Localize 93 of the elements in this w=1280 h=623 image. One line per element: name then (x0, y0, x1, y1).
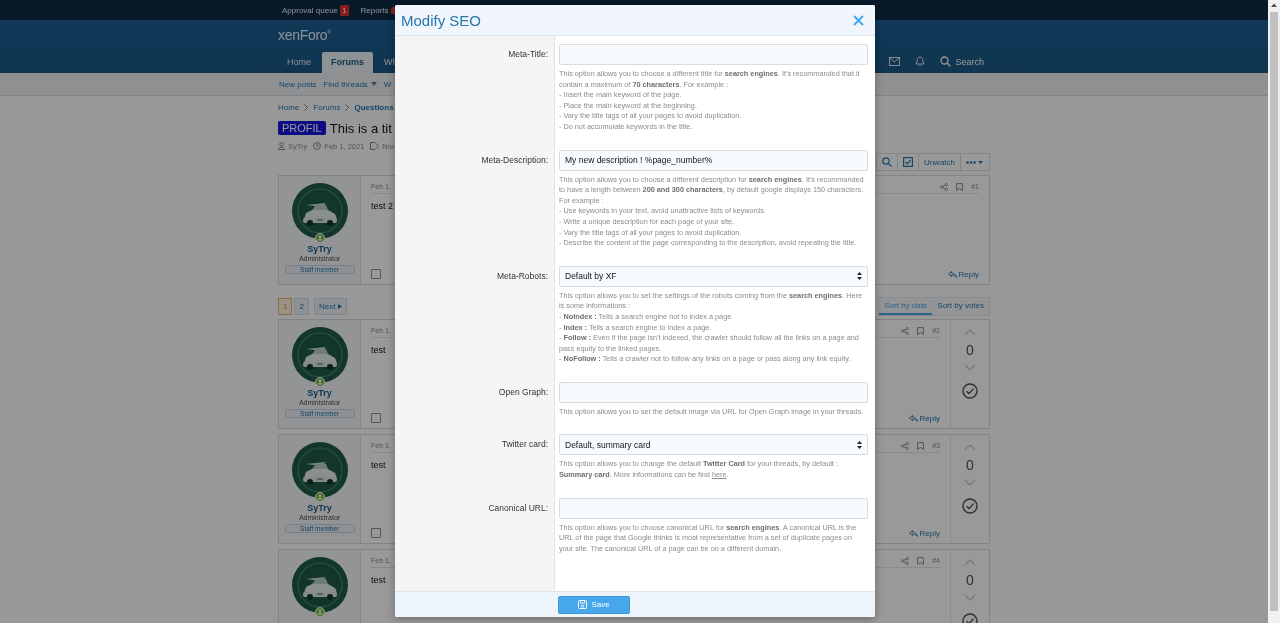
page-link[interactable]: 1 (278, 297, 293, 315)
save-button[interactable]: Save (558, 595, 630, 614)
nav-tab[interactable]: Home (278, 52, 320, 73)
top-nav-link[interactable]: Approval queue (282, 5, 339, 15)
search-icon (940, 56, 952, 67)
online-status-icon (314, 233, 325, 243)
clock-icon (313, 142, 322, 150)
chevron-icon (345, 103, 350, 111)
thread-title: This is a tit (329, 120, 392, 136)
thread-prefix-label: PROFIL (278, 121, 326, 135)
search-icon (881, 157, 892, 167)
reply-arrow-icon (908, 529, 918, 537)
field-label: Open Graph: (498, 386, 548, 399)
select-toggle-button[interactable] (897, 153, 919, 171)
downvote-icon[interactable] (964, 364, 976, 371)
reply-arrow-icon (947, 270, 957, 278)
chevron-icon (304, 103, 309, 111)
input-field[interactable] (559, 497, 868, 519)
unwatch-button[interactable]: Unwatch (918, 153, 961, 171)
tag-icon (370, 142, 380, 150)
vote-count: 0 (966, 457, 974, 473)
triangle-icon (338, 303, 343, 309)
username-link[interactable]: SyTry (307, 244, 332, 254)
subnav-link[interactable]: New posts (279, 79, 317, 89)
input-field[interactable]: My new description ! %page_number% (559, 149, 868, 171)
more-dots-icon (966, 159, 984, 165)
field-label: Meta-Title: (508, 49, 548, 61)
share-icon[interactable] (940, 182, 949, 191)
page-link[interactable]: 2 (294, 297, 309, 315)
post-text: test 2 (371, 201, 393, 211)
check-circle-icon[interactable] (962, 498, 978, 514)
vote-count: 0 (966, 572, 974, 588)
checkbox-icon (902, 157, 913, 167)
input-field[interactable] (559, 44, 868, 65)
username-link[interactable]: SyTry (307, 388, 332, 398)
subnav-link[interactable]: Find threads (323, 79, 377, 89)
select-checkbox[interactable] (371, 413, 381, 423)
field-label: Meta-Robots: (496, 270, 548, 283)
vote-count: 0 (966, 342, 974, 358)
reply-arrow-icon (908, 414, 918, 422)
breadcrumb-link[interactable]: Home (278, 102, 300, 112)
select-checkbox[interactable] (371, 269, 381, 279)
check-circle-icon[interactable] (962, 383, 978, 399)
site-logo[interactable]: xenForo (278, 27, 328, 43)
select-arrows-icon (857, 272, 862, 281)
field-label: Twitter card: (501, 439, 548, 452)
sort-tab[interactable]: Sort by date (879, 297, 933, 315)
post-text: test (371, 460, 386, 470)
dropdown-select[interactable]: Default by XF (559, 265, 868, 287)
online-status-icon (314, 492, 325, 502)
select-checkbox[interactable] (371, 528, 381, 538)
dropdown-select[interactable]: Default, summary card (559, 434, 868, 456)
next-page-link[interactable]: Next (313, 297, 348, 315)
user-icon (278, 142, 285, 150)
online-status-icon (314, 377, 325, 387)
input-field[interactable] (559, 381, 868, 403)
downvote-icon[interactable] (964, 479, 976, 486)
subnav-link[interactable]: W (383, 79, 392, 89)
upvote-icon[interactable] (964, 329, 976, 336)
share-icon[interactable] (901, 326, 910, 335)
bookmark-icon[interactable] (917, 556, 925, 565)
bell-icon (915, 56, 926, 67)
bookmark-icon[interactable] (917, 441, 925, 450)
reply-link[interactable]: Reply (908, 528, 940, 538)
username-link[interactable]: SyTry (307, 503, 332, 513)
upvote-icon[interactable] (964, 559, 976, 566)
downvote-icon[interactable] (964, 594, 976, 601)
more-options-button[interactable] (961, 153, 990, 171)
count-badge: 1 (340, 4, 349, 16)
envelope-icon (888, 57, 900, 66)
select-arrows-icon (857, 440, 862, 449)
bookmark-icon[interactable] (956, 182, 964, 191)
top-nav-link[interactable]: Reports (360, 5, 389, 15)
upvote-icon[interactable] (964, 444, 976, 451)
post-text: test (371, 575, 386, 585)
field-label: Meta-Description: (481, 154, 548, 167)
close-icon[interactable] (853, 14, 864, 26)
reply-link[interactable]: Reply (908, 413, 940, 423)
sort-tab[interactable]: Sort by votes (932, 297, 989, 315)
search-button[interactable] (875, 153, 898, 171)
nav-tab[interactable]: Forums (322, 52, 374, 73)
share-icon[interactable] (901, 441, 910, 450)
dialog-title: Modify SEO (401, 11, 482, 29)
bookmark-icon[interactable] (917, 326, 925, 335)
breadcrumb-link[interactable]: Questions (354, 102, 394, 112)
scrollbar-thumb[interactable] (1270, 12, 1278, 611)
post-text: test (371, 345, 386, 355)
reply-link[interactable]: Reply (947, 269, 979, 279)
caret-icon (370, 82, 377, 86)
breadcrumb-link[interactable]: Forums (313, 102, 341, 112)
field-label: Canonical URL: (488, 502, 548, 515)
online-status-icon (314, 607, 325, 617)
share-icon[interactable] (901, 556, 910, 565)
